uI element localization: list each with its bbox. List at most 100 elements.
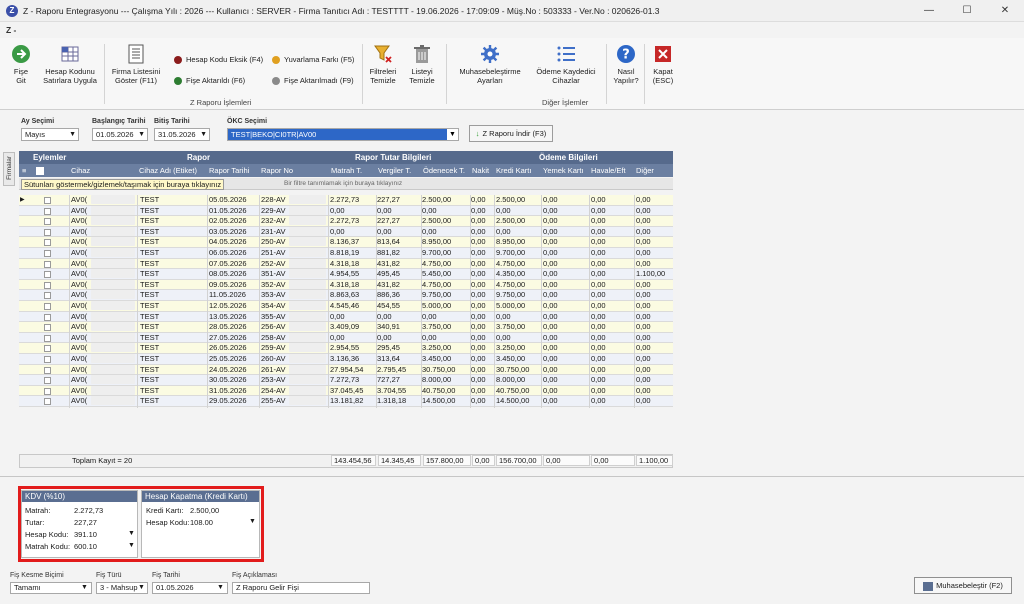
firmalar-side-tab[interactable]: Firmalar (3, 152, 15, 186)
col-rapor-tarihi[interactable]: Rapor Tarihi (209, 166, 259, 175)
row-checkbox[interactable] (44, 197, 51, 204)
select-all-checkbox[interactable] (36, 167, 44, 175)
firma-listesi-button[interactable]: Firma Listesini Göster (F11) (108, 44, 164, 85)
table-row[interactable]: AV0(TEST 04.05.2026 250-AV 8.136,37 813,64 8.… (19, 237, 673, 248)
table-row[interactable]: AV0(TEST 29.05.2026 255-AV 13.181,82 1.318,1… (19, 396, 673, 407)
z-raporu-indir-button[interactable]: ↓ Z Raporu İndir (F3) (469, 125, 553, 142)
fis-turu-select[interactable]: 3 - Mahsup ▼ (96, 582, 148, 594)
table-row[interactable]: AV0(TEST 08.05.2026 351-AV 4.954,55 495,45 5.… (19, 269, 673, 280)
minimize-button[interactable]: — (910, 0, 948, 22)
col-nakit[interactable]: Nakit (472, 166, 494, 175)
row-checkbox[interactable] (44, 313, 51, 321)
table-row[interactable]: AV0(TEST 24.05.2026 261-AV 27.954,54 2.795,4… (19, 364, 673, 376)
col-vergiler[interactable]: Vergiler T. (378, 166, 420, 175)
cell-havale: 0,00 (591, 248, 606, 257)
fis-tarihi-input[interactable]: 01.05.2026 ▼ (152, 582, 228, 594)
odeme-kaydedici-button[interactable]: Ödeme Kaydedici Cihazlar (530, 44, 602, 85)
col-rapor-no[interactable]: Rapor No (261, 166, 327, 175)
legend-fise-aktarilmadi[interactable]: Fişe Aktarılmadı (F9) (272, 76, 354, 85)
cell-yemek: 0,00 (543, 279, 558, 289)
table-row[interactable]: AV0(TEST 02.05.2026 232-AV 2.272,73 227,27 2.… (19, 216, 673, 227)
row-checkbox[interactable] (44, 366, 51, 374)
table-row[interactable]: AV0(TEST 03.05.2026 231-AV 0,00 0,00 0,00 0,00… (19, 226, 673, 238)
row-checkbox[interactable] (44, 228, 51, 236)
baslangic-tarihi-input[interactable]: 01.05.2026 ▼ (92, 128, 148, 141)
cell-ad: TEST (140, 322, 160, 332)
row-checkbox[interactable] (44, 207, 51, 215)
row-checkbox[interactable] (44, 356, 51, 363)
table-row[interactable]: AV0(TEST 28.05.2026 256-AV 3.409,09 340,91 3.… (19, 322, 673, 333)
cell-yemek: 0,00 (543, 354, 558, 363)
row-checkbox[interactable] (44, 250, 51, 257)
cell-vergi: 3.704,55 (377, 385, 407, 395)
fise-git-button[interactable]: Fişe Git (6, 44, 36, 85)
filtreleri-temizle-button[interactable]: Filtreleri Temizle (366, 44, 400, 85)
table-row[interactable]: AV0(TEST 11.05.2026 353-AV 8.863,63 886,36 9.… (19, 290, 673, 301)
row-checkbox[interactable] (44, 303, 51, 310)
ribbon-tab[interactable]: Z - (6, 25, 16, 35)
group-label-z-raporu: Z Raporu İşlemleri (190, 98, 252, 107)
table-row[interactable]: AV0(TEST 26.05.2026 259-AV 2.954,55 295,45 3.… (19, 343, 673, 354)
legend-fise-aktarildi[interactable]: Fişe Aktarıldı (F6) (174, 76, 245, 85)
table-row[interactable]: AV0(TEST 01.05.2026 229-AV 0,00 0,00 0,00 0,00… (19, 205, 673, 217)
cell-ad: TEST (140, 354, 160, 363)
splitter[interactable] (0, 476, 1024, 477)
cell-nakit: 0,00 (471, 237, 486, 247)
table-row[interactable]: AV0(TEST 31.05.2026 254-AV 37.045,45 3.704,5… (19, 385, 673, 397)
cell-odenecek: 8.000,00 (422, 375, 452, 385)
hesap-kodunu-button[interactable]: Hesap Kodunu Satırlara Uygula (40, 44, 100, 85)
col-matrah[interactable]: Matrah T. (331, 166, 375, 175)
col-cihaz-adi[interactable]: Cihaz Adı (Etiket) (139, 166, 207, 175)
cell-ad: TEST (140, 301, 160, 310)
muhasebe-ayarlari-button[interactable]: Muhasebeleştirme Ayarları (452, 44, 528, 85)
row-checkbox[interactable] (44, 387, 51, 395)
listeyi-temizle-button[interactable]: Listeyi Temizle (406, 44, 438, 85)
col-kredi-karti[interactable]: Kredi Kartı (496, 166, 540, 175)
row-checkbox[interactable] (44, 345, 51, 353)
row-checkbox[interactable] (44, 239, 51, 247)
table-row[interactable]: AV0(TEST 06.05.2026 251-AV 8.818,19 881,82 9.… (19, 248, 673, 259)
table-row[interactable]: AV0(TEST 12.05.2026 354-AV 4.545,46 454,55 5.… (19, 301, 673, 312)
row-menu-icon[interactable]: ≡ (22, 166, 26, 175)
row-checkbox[interactable] (44, 260, 51, 268)
row-checkbox[interactable] (44, 281, 51, 289)
redacted-cell (289, 248, 326, 257)
column-chooser-hint[interactable]: Sütunları göstermek/gizlemek/taşımak içi… (21, 179, 225, 190)
table-row[interactable]: AV0(TEST 25.05.2026 260-AV 3.136,36 313,64 3.… (19, 354, 673, 365)
muhasebelestir-button[interactable]: Muhasebeleştir (F2) (914, 577, 1012, 594)
row-checkbox[interactable] (44, 218, 51, 226)
row-checkbox[interactable] (44, 334, 51, 342)
filter-hint[interactable]: Bir filtre tanımlamak için buraya tıklay… (284, 180, 402, 187)
maximize-button[interactable]: ☐ (948, 0, 986, 22)
grid-divider (137, 195, 138, 408)
cell-matrah: 8.863,63 (330, 290, 360, 300)
row-checkbox[interactable] (44, 398, 51, 406)
row-checkbox[interactable] (44, 292, 51, 300)
ay-secimi-select[interactable]: Mayıs ▼ (21, 128, 79, 141)
fis-aciklama-input[interactable]: Z Raporu Gelir Fişi (232, 582, 370, 594)
fis-kesme-select[interactable]: Tamamı ▼ (10, 582, 92, 594)
okc-secimi-select[interactable]: TEST|BEKO|CI0TR|AV00 ▼ (227, 128, 459, 141)
col-diger[interactable]: Diğer (636, 166, 672, 175)
row-checkbox[interactable] (44, 324, 51, 332)
col-odenecek[interactable]: Ödenecek T. (423, 166, 471, 175)
table-row[interactable]: AV0(TEST 30.05.2026 253-AV 7.272,73 727,27 8.… (19, 375, 673, 386)
table-row[interactable]: AV0(TEST 27.05.2026 258-AV 0,00 0,00 0,00 0,00… (19, 332, 673, 344)
nasil-yapilir-button[interactable]: ? Nasıl Yapılır? (610, 44, 642, 85)
cell-no: 232-AV (261, 216, 286, 226)
col-yemek-karti[interactable]: Yemek Kartı (543, 166, 589, 175)
col-havale-eft[interactable]: Havale/Eft (591, 166, 633, 175)
close-window-button[interactable]: ✕ (986, 0, 1024, 22)
row-checkbox[interactable] (44, 271, 51, 279)
legend-yuvarlama[interactable]: Yuvarlama Farkı (F5) (272, 55, 354, 64)
legend-hesap-kodu-eksik[interactable]: Hesap Kodu Eksik (F4) (174, 55, 263, 64)
table-row[interactable]: ▶ AV0(TEST 05.05.2026 228-AV 2.272,73 227,27 2… (19, 195, 673, 206)
kapat-button[interactable]: Kapat (ESC) (648, 44, 678, 85)
fis-kesme-label: Fiş Kesme Biçimi (10, 572, 64, 579)
table-row[interactable]: AV0(TEST 09.05.2026 352-AV 4.318,18 431,82 4.… (19, 279, 673, 291)
col-cihaz[interactable]: Cihaz (71, 166, 137, 175)
table-row[interactable]: AV0(TEST 13.05.2026 355-AV 0,00 0,00 0,00 0,00… (19, 311, 673, 323)
row-checkbox[interactable] (44, 377, 51, 385)
table-row[interactable]: AV0(TEST 07.05.2026 252-AV 4.318,18 431,82 4.… (19, 258, 673, 270)
bitis-tarihi-input[interactable]: 31.05.2026 ▼ (154, 128, 210, 141)
